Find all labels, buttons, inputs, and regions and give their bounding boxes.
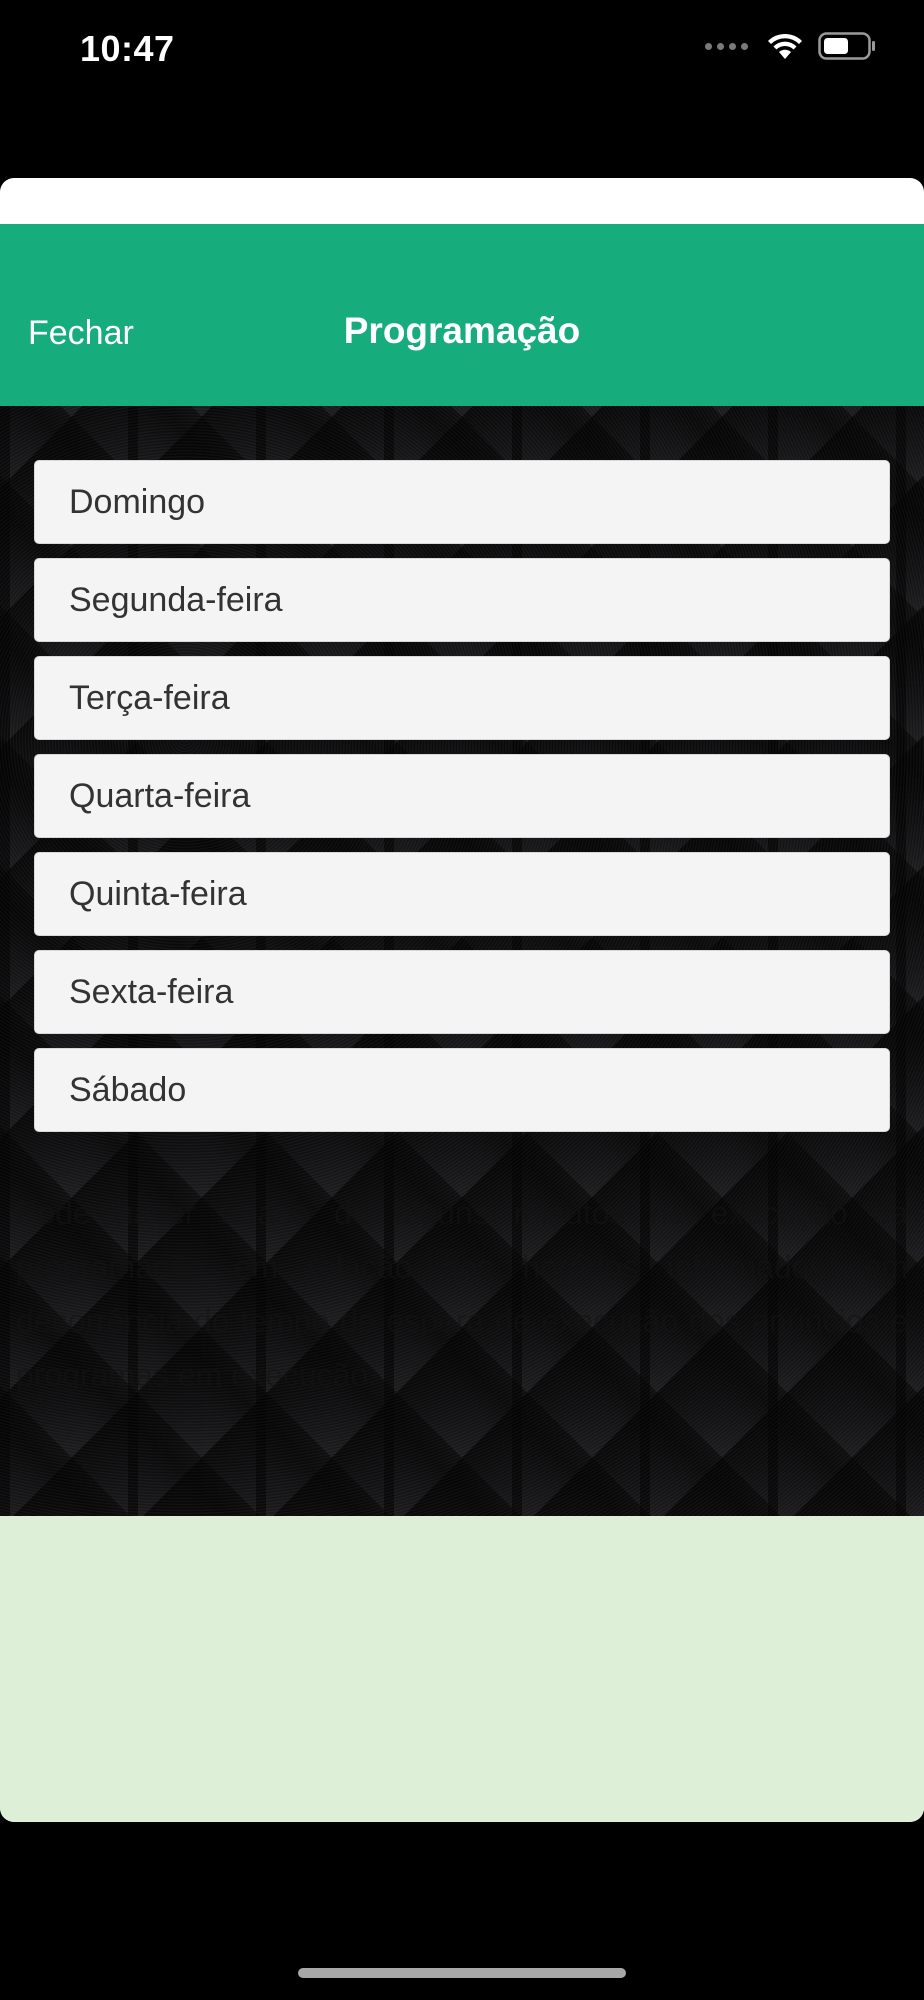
day-item-sexta[interactable]: Sexta-feira <box>34 950 890 1034</box>
status-icons <box>705 32 876 60</box>
day-item-quinta[interactable]: Quinta-feira <box>34 852 890 936</box>
modal-sheet: Fechar Programação Domingo Segunda-feira… <box>0 178 924 1822</box>
day-list: Domingo Segunda-feira Terça-feira Quarta… <box>34 460 890 1146</box>
schedule-notice: Pode haver atraso de alguns minutos na e… <box>16 1195 908 1393</box>
footer-panel <box>0 1516 924 1822</box>
signal-dots-icon <box>705 42 748 50</box>
day-item-domingo[interactable]: Domingo <box>34 460 890 544</box>
wifi-icon <box>768 33 802 59</box>
schedule-content: Domingo Segunda-feira Terça-feira Quarta… <box>0 406 924 1516</box>
home-indicator[interactable] <box>298 1968 626 1978</box>
day-item-quarta[interactable]: Quarta-feira <box>34 754 890 838</box>
battery-icon <box>818 32 875 60</box>
day-item-terca[interactable]: Terça-feira <box>34 656 890 740</box>
page-title: Programação <box>343 310 581 351</box>
status-time: 10:47 <box>80 28 175 69</box>
day-item-sabado[interactable]: Sábado <box>34 1048 890 1132</box>
day-item-segunda[interactable]: Segunda-feira <box>34 558 890 642</box>
app-screen: 10:47 Fechar Programação Domingo Segunda… <box>0 0 924 2000</box>
